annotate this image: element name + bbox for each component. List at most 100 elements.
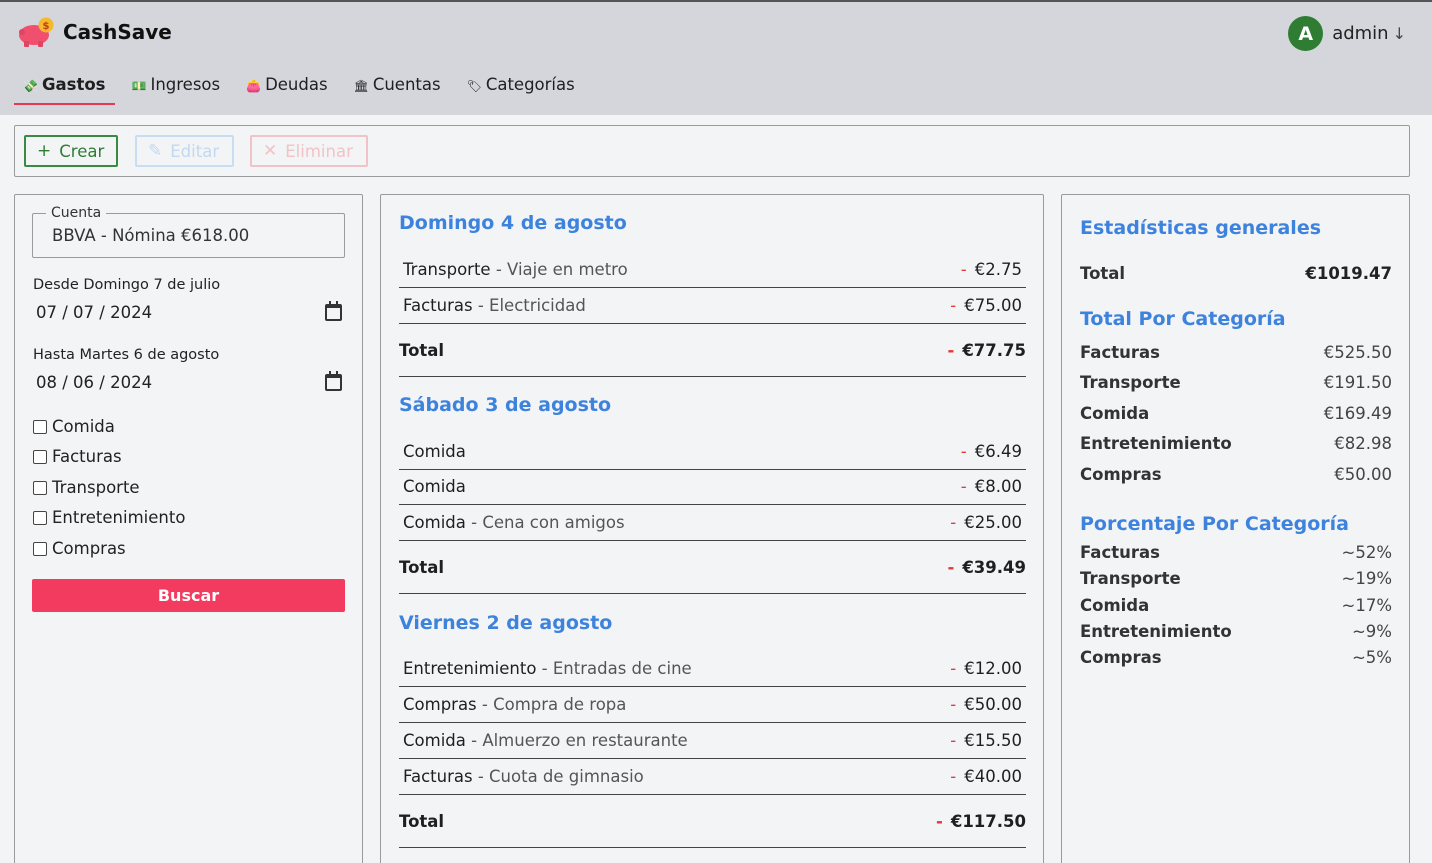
tab-gastos[interactable]: 💸 Gastos [14, 72, 115, 105]
expense-description: Entradas de cine [552, 659, 692, 678]
to-date-label: Hasta Martes 6 de agosto [33, 347, 220, 363]
expense-category: Facturas [403, 296, 473, 315]
account-value: BBVA - Nómina €618.00 [52, 226, 250, 245]
delete-label: Eliminar [285, 141, 353, 161]
action-toolbar: + Crear ✎ Editar ✕ Eliminar [14, 125, 1410, 177]
expense-amount: €40.00 [964, 767, 1022, 786]
checkbox[interactable] [33, 449, 47, 464]
negative-sign: - [950, 513, 957, 532]
stat-row: Comida €169.49 [1080, 404, 1392, 423]
stat-row: Transporte ~19% [1080, 569, 1392, 588]
stat-row: Facturas €525.50 [1080, 343, 1392, 362]
plus-icon: + [37, 141, 52, 161]
category-checkbox-entretenimiento[interactable]: Entretenimiento [33, 508, 185, 527]
total-amount: €77.75 [962, 340, 1026, 360]
expense-row[interactable]: Comida - €8.00 [399, 469, 1026, 505]
user-menu[interactable]: A admin ↓ [1288, 16, 1406, 51]
category-checkbox-comida[interactable]: Comida [33, 417, 115, 436]
purse-icon: 👛 [246, 79, 262, 93]
avatar: A [1288, 16, 1324, 51]
tag-icon: 🏷 [466, 79, 482, 93]
delete-button[interactable]: ✕ Eliminar [250, 135, 368, 167]
create-button[interactable]: + Crear [24, 135, 118, 167]
edit-button[interactable]: ✎ Editar [135, 135, 234, 167]
close-icon: ✕ [263, 141, 278, 161]
total-label: Total [399, 811, 445, 831]
expense-row[interactable]: Facturas - Electricidad - €75.00 [399, 288, 1026, 324]
logo[interactable]: $ CashSave [17, 16, 172, 48]
tab-label: Gastos [41, 75, 106, 94]
expense-category: Compras [403, 695, 477, 714]
expense-row[interactable]: Comida - Almuerzo en restaurante - €15.50 [399, 723, 1026, 759]
negative-sign: - [950, 659, 957, 678]
stat-value: ~9% [1351, 622, 1392, 641]
tab-cuentas[interactable]: 🏛 Cuentas [345, 72, 450, 105]
stat-value: €191.50 [1323, 373, 1392, 392]
app-header: $ CashSave A admin ↓ 💸 Gastos 💵 Ingresos… [0, 0, 1432, 115]
total-amount: €39.49 [962, 557, 1026, 577]
expense-category: Entretenimiento [403, 659, 537, 678]
stat-key: Transporte [1080, 569, 1181, 588]
stat-row: Entretenimiento €82.98 [1080, 434, 1392, 453]
checkbox[interactable] [33, 541, 47, 556]
stat-value: ~19% [1341, 569, 1393, 588]
from-date-label: Desde Domingo 7 de julio [33, 277, 221, 293]
checkbox[interactable] [33, 510, 47, 525]
user-name: admin [1332, 23, 1389, 44]
category-checkbox-compras[interactable]: Compras [33, 539, 126, 558]
total-label: Total [399, 340, 445, 360]
expense-separator: - [476, 695, 494, 714]
checkbox[interactable] [33, 480, 47, 495]
tab-ingresos[interactable]: 💵 Ingresos [123, 72, 230, 105]
expense-separator: - [465, 513, 483, 532]
day-title: Domingo 4 de agosto [399, 212, 627, 234]
to-date-value: 08 / 06 / 2024 [36, 373, 153, 392]
stat-row: Facturas ~52% [1080, 543, 1392, 562]
category-checkbox-facturas[interactable]: Facturas [33, 447, 122, 466]
calendar-icon[interactable] [325, 371, 342, 391]
expense-description: Electricidad [489, 296, 586, 315]
edit-label: Editar [170, 141, 220, 161]
search-button[interactable]: Buscar [32, 579, 345, 612]
day-title: Sábado 3 de agosto [399, 394, 612, 416]
expense-row[interactable]: Transporte - Viaje en metro - €2.75 [399, 252, 1026, 288]
stat-value: €82.98 [1334, 434, 1392, 453]
expense-row[interactable]: Facturas - Cuota de gimnasio - €40.00 [399, 759, 1026, 795]
expense-row[interactable]: Entretenimiento - Entradas de cine - €12.… [399, 651, 1026, 687]
stat-value: €525.50 [1323, 343, 1392, 362]
expense-row[interactable]: Compras - Compra de ropa - €50.00 [399, 687, 1026, 723]
stat-key: Entretenimiento [1080, 622, 1232, 641]
main-tabs: 💸 Gastos 💵 Ingresos 👛 Deudas 🏛 Cuentas 🏷… [14, 72, 592, 105]
account-select[interactable]: Cuenta BBVA - Nómina €618.00 [32, 205, 345, 258]
expense-description: Viaje en metro [507, 260, 628, 279]
stat-value: €1019.47 [1305, 264, 1392, 283]
stat-value: ~5% [1351, 648, 1392, 667]
tab-label: Cuentas [372, 75, 441, 94]
expense-category: Comida [403, 477, 466, 496]
tab-categorias[interactable]: 🏷 Categorías [458, 72, 584, 105]
category-checkbox-transporte[interactable]: Transporte [33, 478, 140, 497]
checkbox-label: Facturas [52, 447, 122, 466]
to-date-input[interactable]: 08 / 06 / 2024 [36, 371, 342, 392]
expense-row[interactable]: Comida - Cena con amigos - €25.00 [399, 505, 1026, 541]
tab-label: Categorías [485, 75, 575, 94]
from-date-input[interactable]: 07 / 07 / 2024 [36, 301, 342, 322]
stat-value: €50.00 [1334, 465, 1392, 484]
total-label: Total [399, 557, 445, 577]
category-percent-title: Porcentaje Por Categoría [1080, 513, 1349, 535]
stat-row: Entretenimiento ~9% [1080, 622, 1392, 641]
calendar-icon[interactable] [325, 301, 342, 321]
expense-category: Comida [403, 513, 466, 532]
account-legend: Cuenta [46, 205, 107, 221]
tab-label: Ingresos [150, 75, 221, 94]
tab-label: Deudas [265, 75, 328, 94]
expense-amount: €15.50 [964, 731, 1022, 750]
expense-separator: - [490, 260, 508, 279]
checkbox[interactable] [33, 419, 47, 434]
expense-description: Cena con amigos [482, 513, 625, 532]
stat-key: Transporte [1080, 373, 1181, 392]
negative-sign: - [960, 477, 967, 496]
expense-row[interactable]: Comida - €6.49 [399, 434, 1026, 470]
tab-deudas[interactable]: 👛 Deudas [237, 72, 336, 105]
checkbox-label: Transporte [52, 478, 140, 497]
